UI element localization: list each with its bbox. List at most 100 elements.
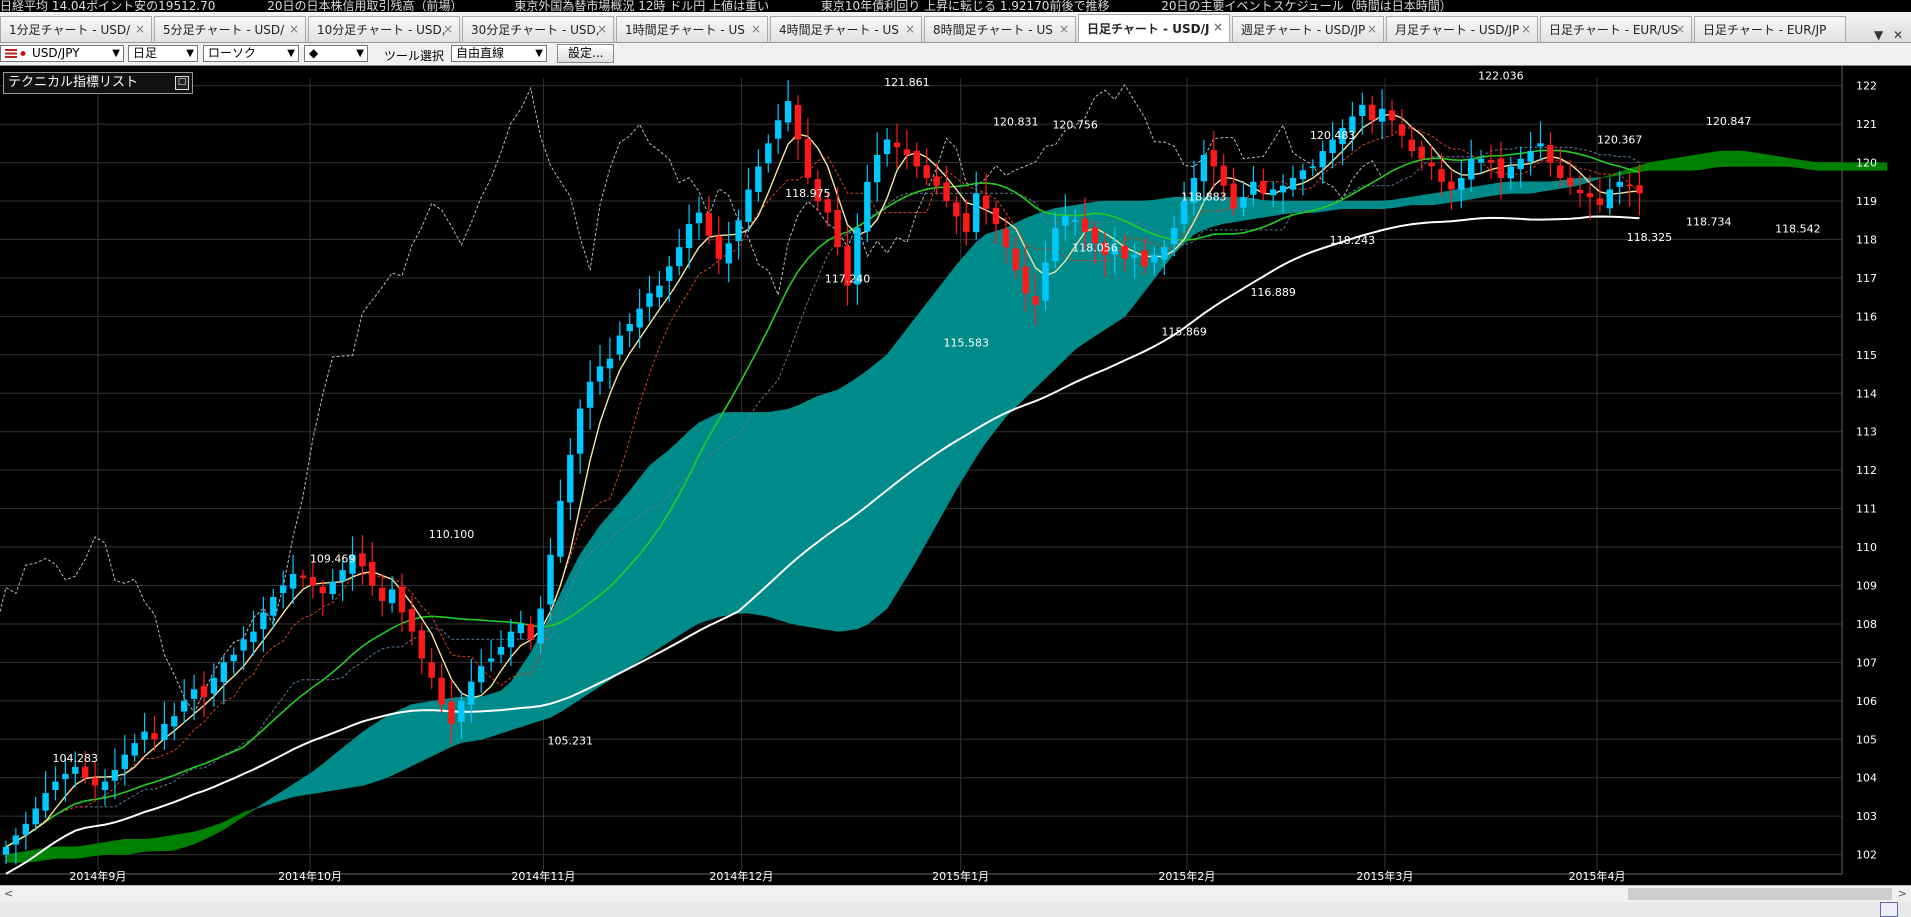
tool-value: 自由直線 [456, 46, 505, 60]
price-annotation: 120.756 [1052, 119, 1098, 132]
tab-10min[interactable]: 10分足チャート - USD, × [308, 16, 460, 42]
candle-body [1081, 218, 1089, 232]
cloud-segment [352, 731, 363, 788]
cloud-segment [787, 405, 799, 626]
settings-button[interactable]: 設定... [557, 44, 615, 63]
price-annotation: 118.975 [785, 187, 831, 200]
candle-body [418, 630, 425, 659]
panel-toggle-icon[interactable]: □ [175, 76, 189, 90]
tab-label: 1時間足チャート - US [625, 23, 745, 37]
scroll-right-icon[interactable]: > [1898, 887, 1907, 900]
candle-body [755, 166, 762, 193]
price-annotation: 105.231 [548, 734, 594, 747]
candle-body [636, 308, 643, 328]
chevron-down-icon: ▼ [356, 48, 364, 59]
candle-body [1180, 201, 1188, 225]
tool-select[interactable]: 自由直線 ▼ [451, 45, 547, 62]
scroll-left-icon[interactable]: < [4, 887, 13, 900]
ticker-item[interactable]: 東京外国為替市場概況 12時 ドル円 上値は重い [514, 0, 769, 12]
cloud-segment [1342, 200, 1353, 210]
close-tab-icon[interactable]: × [1059, 22, 1069, 36]
ticker-item[interactable]: 東京10年債利回り 上昇に転じる 1.92170前後で推移 [821, 0, 1110, 12]
news-ticker[interactable]: 日経平均 14.04ポイント安の19512.70 20日の日本株信用取引残高（前… [0, 0, 1911, 12]
candle-body [646, 293, 653, 307]
ticker-item[interactable]: 20日の日本株信用取引残高（前場） [267, 0, 462, 12]
candle-body [1121, 245, 1128, 259]
close-tab-icon[interactable]: × [751, 22, 761, 36]
tab-daily-usdjpy[interactable]: 日足チャート - USD/J × [1078, 14, 1230, 42]
tab-8hour[interactable]: 8時間足チャート - US × [924, 16, 1076, 42]
currency-pair-value: USD/JPY [32, 46, 80, 60]
x-tick-label: 2014年12月 [709, 869, 773, 883]
candle-body [1161, 247, 1168, 260]
color-swatch-icon: ◆ [309, 46, 319, 60]
x-tick-label: 2015年3月 [1356, 869, 1413, 883]
candle-body [210, 677, 218, 694]
cloud-segment [1124, 200, 1135, 318]
chart-style-select[interactable]: ローソク ▼ [203, 45, 299, 62]
candle-body [775, 120, 782, 139]
cloud-segment [589, 524, 601, 694]
window-close-icon[interactable]: ✕ [1893, 28, 1903, 42]
technical-indicator-list-panel[interactable]: テクニカル指標リスト □ [3, 72, 193, 94]
close-tab-icon[interactable]: × [289, 22, 299, 36]
candle-body [517, 623, 524, 634]
close-tab-icon[interactable]: × [597, 22, 607, 36]
currency-pair-select[interactable]: USD/JPY ▼ [0, 45, 124, 62]
y-tick-label: 118 [1856, 233, 1877, 246]
cloud-segment [1718, 150, 1729, 167]
tab-weekly[interactable]: 週足チャート - USD/JP × [1232, 16, 1384, 42]
cloud-segment [767, 410, 779, 620]
candle-body [567, 454, 574, 503]
candle-body [121, 754, 128, 769]
period-select[interactable]: 日足 ▼ [128, 45, 198, 62]
cloud-segment [876, 354, 888, 618]
ticker-item[interactable]: 20日の主要イベントスケジュール（時間は日本時間） [1161, 0, 1451, 12]
close-tab-icon[interactable]: × [1521, 22, 1531, 36]
tab-30min[interactable]: 30分足チャート - USD, × [462, 16, 614, 42]
candle-body [1378, 108, 1386, 122]
candle-body [874, 154, 881, 183]
candle-body [1359, 104, 1366, 116]
close-tab-icon[interactable]: × [443, 22, 453, 36]
cloud-segment [342, 739, 353, 790]
candle-body [1309, 166, 1316, 168]
tab-5min[interactable]: 5分足チャート - USD/ × [154, 16, 306, 42]
candle-body [1012, 248, 1019, 271]
ticker-item[interactable]: 日経平均 14.04ポイント安の19512.70 [0, 0, 215, 12]
tab-1hour[interactable]: 1時間足チャート - US × [616, 16, 768, 42]
scrollbar-thumb[interactable] [1628, 888, 1892, 900]
tab-daily-eurusd[interactable]: 日足チャート - EUR/US × [1540, 16, 1692, 42]
close-tab-icon[interactable]: × [905, 22, 915, 36]
color-select[interactable]: ◆ ▼ [304, 45, 368, 62]
tab-label: 日足チャート - EUR/JP [1703, 23, 1827, 37]
tab-1min[interactable]: 1分足チャート - USD/ × [0, 16, 152, 42]
candle-body [1497, 158, 1505, 178]
close-tab-icon[interactable]: × [1213, 20, 1223, 34]
price-annotation: 110.100 [429, 528, 475, 541]
tab-daily-eurjpy[interactable]: 日足チャート - EUR/JP [1694, 16, 1846, 42]
price-chart[interactable]: 104.283 109.469 110.100 105.231 118.975 117.2… [0, 66, 1911, 885]
candle-body [1369, 104, 1376, 121]
price-annotation: 115.583 [944, 336, 990, 349]
candle-body [1567, 177, 1574, 186]
close-tab-icon[interactable]: × [135, 22, 145, 36]
close-tab-icon[interactable]: × [1367, 22, 1377, 36]
horizontal-scrollbar[interactable]: < > [0, 885, 1911, 903]
price-annotation: 121.861 [884, 76, 930, 89]
tab-menu-icon[interactable]: ▼ [1874, 28, 1883, 42]
candle-body [1250, 181, 1257, 195]
cloud-segment [1381, 199, 1393, 210]
candle-body [953, 202, 960, 217]
y-tick-label: 103 [1856, 810, 1877, 823]
cloud-segment [956, 252, 967, 491]
status-bar [0, 902, 1911, 917]
cloud-segment [718, 412, 730, 618]
tab-monthly[interactable]: 月足チャート - USD/JP × [1386, 16, 1538, 42]
candle-body [1596, 198, 1604, 205]
candle-body [359, 553, 366, 567]
close-tab-icon[interactable]: × [1675, 22, 1685, 36]
tab-4hour[interactable]: 4時間足チャート - US × [770, 16, 922, 42]
period-value: 日足 [133, 46, 158, 60]
price-annotation: 118.542 [1775, 223, 1821, 236]
